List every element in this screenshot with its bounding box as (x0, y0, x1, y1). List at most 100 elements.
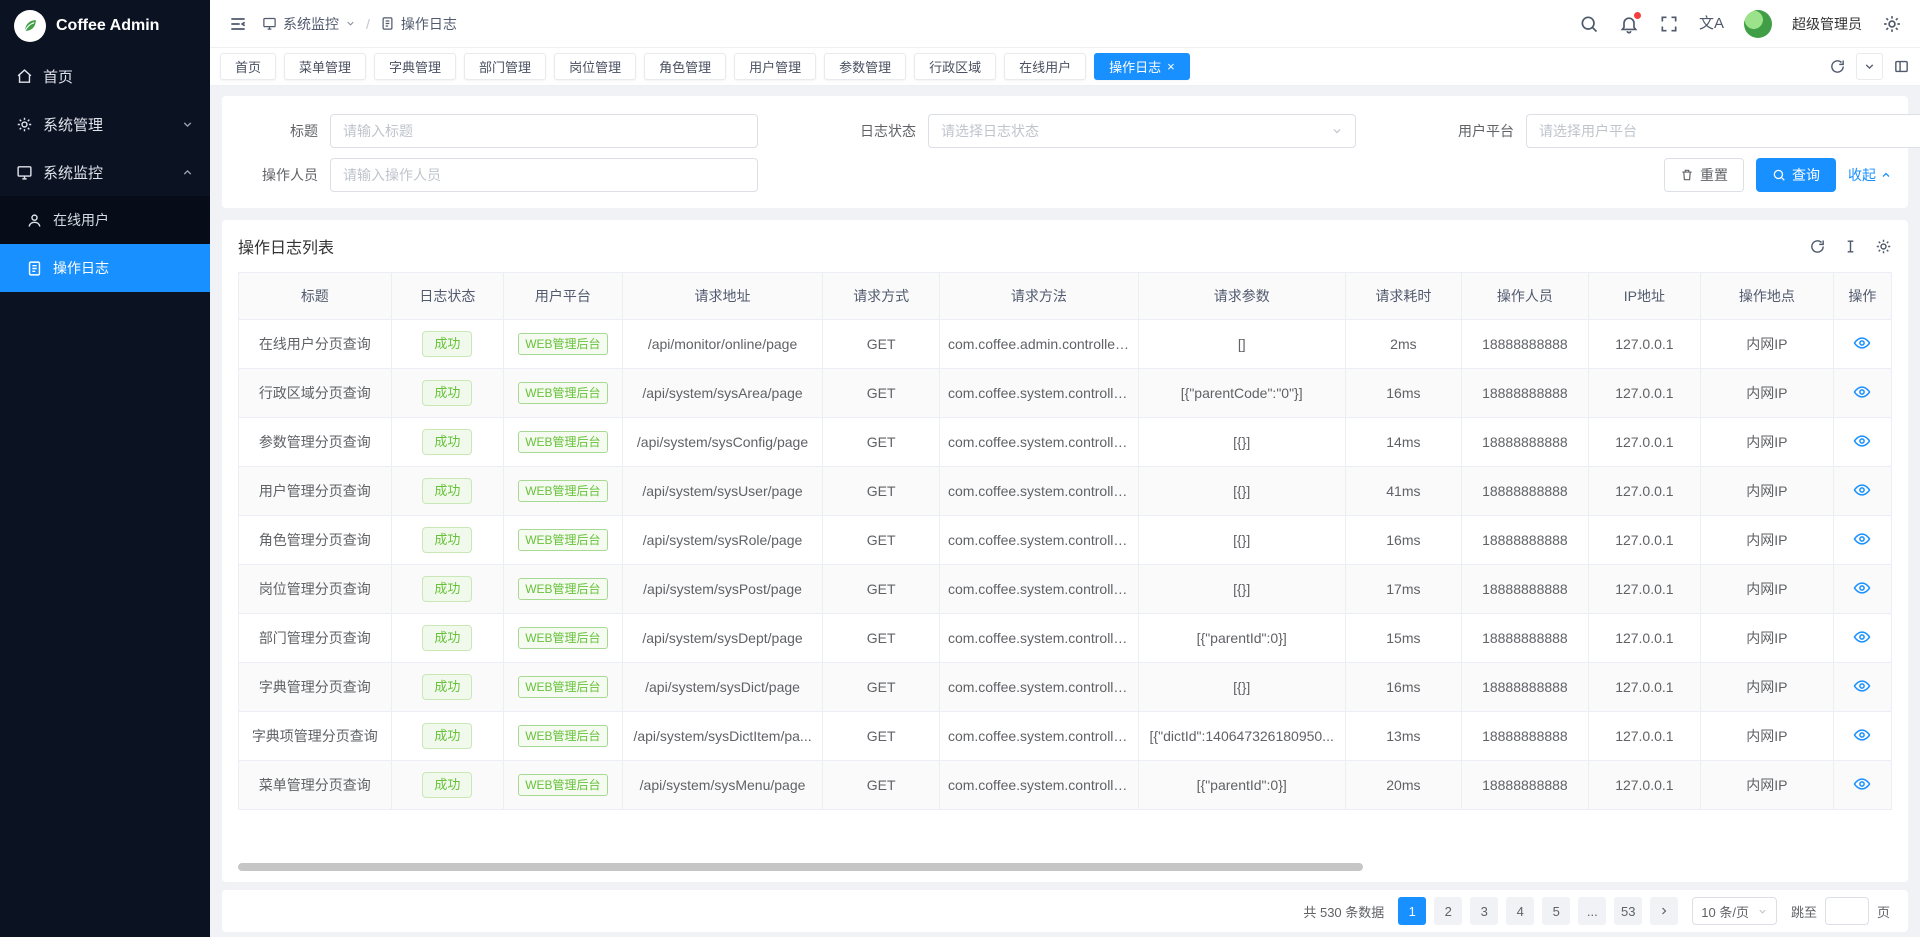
sidebar-item-system-monitor[interactable]: 系统监控 (0, 148, 210, 196)
cell-operator: 18888888888 (1462, 712, 1589, 761)
view-detail-eye-icon[interactable] (1853, 334, 1871, 352)
page-size-value: 10 条/页 (1701, 902, 1749, 921)
platform-select[interactable]: 请选择用户平台 (1526, 114, 1920, 148)
page-number-button[interactable]: 5 (1542, 897, 1570, 925)
cell-request-method: GET (823, 565, 939, 614)
chevron-down-icon (1331, 125, 1343, 137)
table-card-header: 操作日志列表 (238, 220, 1892, 272)
sidebar-item-operation-log[interactable]: 操作日志 (0, 244, 210, 292)
refresh-icon[interactable] (1829, 58, 1846, 75)
collapse-filters-link[interactable]: 收起 (1848, 165, 1892, 185)
app-logo[interactable]: Coffee Admin (0, 0, 210, 52)
cell-platform: WEB管理后台 (504, 614, 623, 663)
sidebar: Coffee Admin 首页 系统管理 (0, 0, 210, 937)
cell-title: 岗位管理分页查询 (239, 565, 392, 614)
cell-handler: com.coffee.system.controlle... (939, 614, 1138, 663)
view-detail-eye-icon[interactable] (1853, 677, 1871, 695)
page-number-button[interactable]: 2 (1434, 897, 1462, 925)
search-icon[interactable] (1579, 14, 1599, 34)
cell-title: 用户管理分页查询 (239, 467, 392, 516)
view-detail-eye-icon[interactable] (1853, 628, 1871, 646)
page-tab[interactable]: 岗位管理 (554, 53, 636, 80)
translate-icon[interactable]: 文A (1699, 14, 1724, 34)
cell-status: 成功 (391, 516, 503, 565)
page-tab[interactable]: 参数管理 (824, 53, 906, 80)
scrollbar-thumb[interactable] (238, 863, 1363, 871)
view-detail-eye-icon[interactable] (1853, 530, 1871, 548)
page-number-button[interactable]: 4 (1506, 897, 1534, 925)
page-size-select[interactable]: 10 条/页 (1692, 897, 1777, 925)
notification-bell-icon[interactable] (1619, 14, 1639, 34)
avatar[interactable] (1744, 10, 1772, 38)
breadcrumb: 系统监控 / 操作日志 (262, 14, 457, 34)
view-detail-eye-icon[interactable] (1853, 383, 1871, 401)
tab-label: 角色管理 (659, 57, 711, 76)
cell-duration: 41ms (1345, 467, 1461, 516)
fullscreen-icon[interactable] (1659, 14, 1679, 34)
page-tab[interactable]: 角色管理 (644, 53, 726, 80)
reset-button[interactable]: 重置 (1664, 158, 1744, 192)
tab-label: 字典管理 (389, 57, 441, 76)
platform-badge: WEB管理后台 (518, 676, 607, 698)
page-tab[interactable]: 操作日志 × (1094, 53, 1190, 80)
view-detail-eye-icon[interactable] (1853, 432, 1871, 450)
monitor-icon (16, 164, 33, 181)
page-number-button[interactable]: 53 (1614, 897, 1642, 925)
cell-title: 字典管理分页查询 (239, 663, 392, 712)
breadcrumb-item-log[interactable]: 操作日志 (401, 14, 457, 34)
column-header: 操作人员 (1462, 273, 1589, 320)
column-header: 请求方式 (823, 273, 939, 320)
cell-platform: WEB管理后台 (504, 565, 623, 614)
log-status-select[interactable]: 请选择日志状态 (928, 114, 1356, 148)
jump-page-input[interactable] (1825, 897, 1869, 925)
settings-gear-icon[interactable] (1882, 14, 1902, 34)
page-tab[interactable]: 首页 (220, 53, 276, 80)
row-height-icon[interactable] (1842, 238, 1859, 255)
tab-options-chevron-icon[interactable] (1856, 53, 1883, 80)
sidebar-item-system-mgmt[interactable]: 系统管理 (0, 100, 210, 148)
refresh-icon[interactable] (1809, 238, 1826, 255)
cell-ip: 127.0.0.1 (1588, 565, 1700, 614)
cell-status: 成功 (391, 565, 503, 614)
next-page-button[interactable] (1650, 897, 1678, 925)
sidebar-item-online-users[interactable]: 在线用户 (0, 196, 210, 244)
cell-status: 成功 (391, 761, 503, 810)
tab-label: 在线用户 (1019, 57, 1071, 76)
cell-platform: WEB管理后台 (504, 712, 623, 761)
cell-status: 成功 (391, 418, 503, 467)
page-number-button[interactable]: 3 (1470, 897, 1498, 925)
tab-close-icon[interactable]: × (1167, 60, 1175, 73)
app-title: Coffee Admin (56, 17, 159, 35)
query-button[interactable]: 查询 (1756, 158, 1836, 192)
cell-actions (1833, 565, 1891, 614)
layout-icon[interactable] (1893, 58, 1910, 75)
operator-input[interactable] (330, 158, 758, 192)
page-tab[interactable]: 字典管理 (374, 53, 456, 80)
page-number-button[interactable]: ... (1578, 897, 1606, 925)
horizontal-scrollbar (238, 862, 1892, 872)
page-tab[interactable]: 菜单管理 (284, 53, 366, 80)
page-tab[interactable]: 行政区域 (914, 53, 996, 80)
view-detail-eye-icon[interactable] (1853, 726, 1871, 744)
page-number-button[interactable]: 1 (1398, 897, 1426, 925)
breadcrumb-item-monitor[interactable]: 系统监控 (283, 14, 339, 34)
cell-platform: WEB管理后台 (504, 418, 623, 467)
sidebar-item-home[interactable]: 首页 (0, 52, 210, 100)
page-tab[interactable]: 部门管理 (464, 53, 546, 80)
page-tab[interactable]: 在线用户 (1004, 53, 1086, 80)
cell-operator: 18888888888 (1462, 418, 1589, 467)
view-detail-eye-icon[interactable] (1853, 481, 1871, 499)
column-settings-gear-icon[interactable] (1875, 238, 1892, 255)
user-name[interactable]: 超级管理员 (1792, 14, 1862, 34)
cell-ip: 127.0.0.1 (1588, 761, 1700, 810)
view-detail-eye-icon[interactable] (1853, 579, 1871, 597)
platform-badge: WEB管理后台 (518, 578, 607, 600)
chevron-up-icon (181, 166, 194, 179)
operator-label: 操作人员 (238, 165, 318, 185)
jump-prefix-label: 跳至 (1791, 902, 1817, 921)
title-input[interactable] (330, 114, 758, 148)
page-tab[interactable]: 用户管理 (734, 53, 816, 80)
view-detail-eye-icon[interactable] (1853, 775, 1871, 793)
cell-params: [{}] (1138, 467, 1345, 516)
menu-fold-icon[interactable] (228, 14, 248, 34)
